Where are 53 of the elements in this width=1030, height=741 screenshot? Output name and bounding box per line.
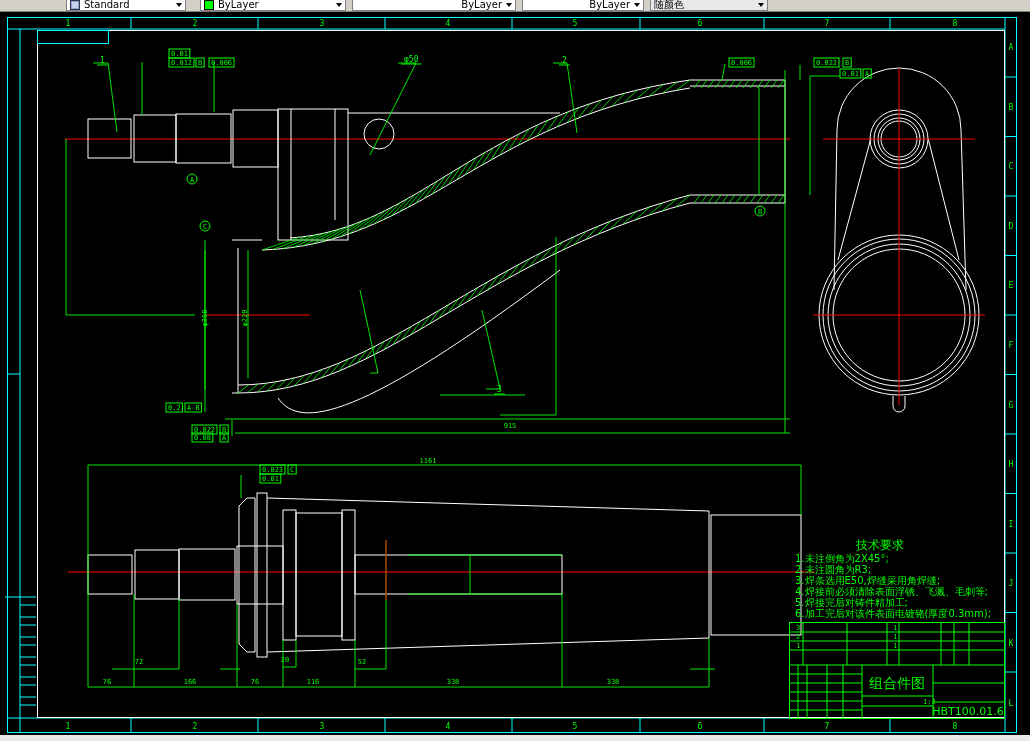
caret-icon (176, 3, 182, 7)
grid-row-label: H (1008, 460, 1014, 470)
part-number-label: 1 (96, 56, 109, 66)
grid-row-label: F (1008, 341, 1014, 350)
property-dropdown[interactable]: ByLayer (522, 0, 644, 11)
drawing-number: HBT100.01.6 (932, 705, 1004, 718)
grid-column-label: 1 (65, 19, 71, 28)
grid-row-label: D (1008, 221, 1014, 231)
caret-icon (336, 3, 342, 7)
grid-column-label: 8 (952, 722, 958, 731)
grid-row-label: J (1008, 579, 1014, 589)
property-dropdown[interactable]: ByLayer (200, 0, 346, 11)
tech-requirement-item: 6.加工完后对该件表面电镀铬(厚度0.3mm); (795, 608, 992, 619)
layer-color-icon (204, 0, 214, 10)
grid-column-label: 4 (445, 722, 451, 731)
property-dropdown[interactable]: 随颜色 (650, 0, 768, 11)
tech-requirement-item: 2.未注圆角为R3; (795, 564, 872, 575)
grid-column-label: 7 (824, 19, 830, 28)
caret-icon (758, 3, 764, 7)
grid-column-label: 7 (824, 722, 830, 731)
property-dropdown[interactable]: Standard (66, 0, 186, 11)
grid-column-label: 2 (192, 722, 198, 731)
tech-requirement-item: 1.未注倒角为2X45°; (795, 553, 889, 564)
grid-column-label: 2 (192, 19, 198, 28)
part-number-label: 3 (493, 385, 506, 395)
style-icon (70, 0, 80, 10)
caret-icon (506, 3, 512, 7)
grid-row-label: A (1008, 43, 1014, 52)
grid-column-label: 6 (697, 722, 703, 731)
grid-row-label: E (1008, 281, 1014, 291)
property-dropdown[interactable]: ByLayer (352, 0, 516, 11)
tech-requirement-item: 3.焊条选用E50,焊缝采用角焊缝; (795, 575, 941, 586)
caret-icon (634, 3, 640, 7)
grid-row-label: B (1008, 102, 1014, 112)
part-number-label: 2 (558, 56, 571, 66)
grid-column-label: 3 (319, 722, 325, 731)
grid-column-label: 1 (65, 722, 71, 731)
grid-column-label: 5 (572, 722, 578, 731)
grid-column-label: 8 (952, 19, 958, 28)
grid-row-label: G (1008, 400, 1014, 410)
grid-column-label: 5 (572, 19, 578, 28)
grid-row-label: K (1008, 639, 1014, 648)
grid-row-label: C (1008, 162, 1014, 172)
part-number-label: φ50 (400, 55, 422, 65)
grid-row-label: I (1008, 519, 1014, 529)
grid-row-label: L (1008, 698, 1014, 708)
tech-requirement-item: 4.焊接前必须清除表面浮锈、飞溅、毛刺等; (795, 586, 988, 597)
grid-column-label: 3 (319, 19, 325, 28)
grid-column-label: 6 (697, 19, 703, 28)
drawing-title: 组合件图 (869, 675, 925, 691)
tech-requirement-item: 5.焊接完后对铸件精加工; (795, 597, 908, 608)
grid-column-label: 4 (445, 19, 451, 28)
tech-requirements-title: 技术要求 (856, 538, 904, 552)
